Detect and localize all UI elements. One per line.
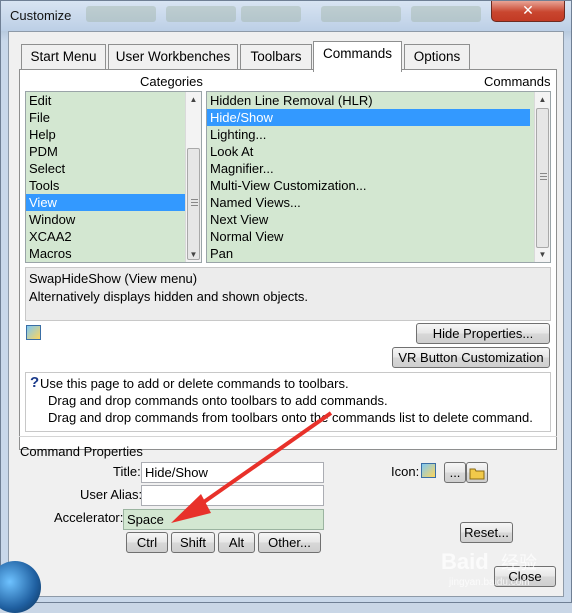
command-description: SwapHideShow (View menu) Alternatively d… — [25, 267, 551, 321]
commands-tab-panel: Categories Commands Edit File Help PDM S… — [19, 69, 557, 450]
info-line-1: Use this page to add or delete commands … — [40, 376, 349, 391]
window-close-button[interactable]: ✕ — [491, 1, 565, 22]
list-item[interactable]: Next View — [207, 211, 550, 228]
tab-toolbars[interactable]: Toolbars — [240, 44, 312, 70]
watermark-url: jingyan.baidu.com — [449, 577, 530, 588]
info-line-2: Drag and drop commands onto toolbars to … — [48, 393, 388, 408]
dialog-client-area: Start Menu User Workbenches Toolbars Com… — [8, 31, 564, 597]
categories-header: Categories — [140, 74, 203, 89]
list-item[interactable]: XCAA2 — [26, 228, 201, 245]
list-item[interactable]: Tools — [26, 177, 201, 194]
background-toolbar — [411, 6, 481, 22]
title-bar[interactable]: Customize ✕ — [1, 1, 571, 31]
help-info-box: ? Use this page to add or delete command… — [25, 372, 551, 432]
commands-scrollbar[interactable]: ▲ ▼ — [534, 92, 550, 262]
user-alias-field[interactable] — [141, 485, 324, 506]
list-item[interactable]: Named Views... — [207, 194, 550, 211]
watermark-logo: Baid — [441, 549, 489, 574]
categories-list[interactable]: Edit File Help PDM Select Tools View Win… — [25, 91, 202, 263]
icon-label: Icon: — [391, 464, 420, 479]
list-item[interactable]: Edit — [26, 92, 201, 109]
alt-button[interactable]: Alt — [218, 532, 255, 553]
list-item[interactable]: PDM — [26, 143, 201, 160]
tab-start-menu[interactable]: Start Menu — [21, 44, 106, 70]
watermark-logo: 经验 — [501, 553, 537, 573]
other-button[interactable]: Other... — [258, 532, 321, 553]
description-line-1: SwapHideShow (View menu) — [29, 271, 198, 286]
ctrl-button[interactable]: Ctrl — [126, 532, 168, 553]
customize-dialog: Customize ✕ Start Menu User Workbenches … — [0, 0, 572, 613]
categories-scrollbar[interactable]: ▲ ▼ — [185, 92, 201, 262]
reset-button[interactable]: Reset... — [460, 522, 513, 543]
command-icon-preview — [421, 463, 436, 478]
list-item[interactable]: Look At — [207, 143, 550, 160]
scroll-thumb[interactable] — [536, 108, 549, 248]
command-icon — [26, 325, 41, 340]
list-item[interactable]: Pan — [207, 245, 550, 262]
description-line-2: Alternatively displays hidden and shown … — [29, 289, 308, 304]
list-item[interactable]: Multi-View Customization... — [207, 177, 550, 194]
list-item[interactable]: Lighting... — [207, 126, 550, 143]
list-item-selected[interactable]: View — [26, 194, 201, 211]
list-item[interactable]: Help — [26, 126, 201, 143]
vr-button-customization-button[interactable]: VR Button Customization — [392, 347, 550, 368]
scroll-thumb[interactable] — [187, 148, 200, 260]
shift-button[interactable]: Shift — [171, 532, 215, 553]
command-properties-title: Command Properties — [20, 444, 143, 459]
tab-options[interactable]: Options — [404, 44, 470, 70]
categories-items: Edit File Help PDM Select Tools View Win… — [26, 92, 201, 262]
list-item[interactable]: Normal View — [207, 228, 550, 245]
user-alias-label: User Alias: — [80, 487, 143, 502]
help-icon: ? — [30, 374, 40, 391]
background-toolbar — [166, 6, 236, 22]
open-folder-icon[interactable] — [466, 462, 488, 483]
scroll-up-icon[interactable]: ▲ — [535, 92, 550, 107]
close-icon: ✕ — [522, 2, 534, 18]
scroll-down-icon[interactable]: ▼ — [186, 247, 201, 262]
commands-list[interactable]: Hidden Line Removal (HLR) Hide/Show Ligh… — [206, 91, 551, 263]
tab-commands[interactable]: Commands — [313, 41, 402, 72]
tab-user-workbenches[interactable]: User Workbenches — [108, 44, 238, 70]
commands-header: Commands — [484, 74, 551, 89]
title-label: Title: — [113, 464, 141, 479]
hide-properties-button[interactable]: Hide Properties... — [416, 323, 550, 344]
accelerator-field[interactable]: Space — [123, 509, 324, 530]
scroll-up-icon[interactable]: ▲ — [186, 92, 201, 107]
accelerator-label: Accelerator: — [54, 510, 124, 525]
list-item-selected[interactable]: Hide/Show — [207, 109, 530, 126]
list-item[interactable]: File — [26, 109, 201, 126]
list-item[interactable]: Macros — [26, 245, 201, 262]
list-item[interactable]: Magnifier... — [207, 160, 550, 177]
browse-icon-button[interactable]: ... — [444, 462, 466, 483]
scroll-down-icon[interactable]: ▼ — [535, 247, 550, 262]
info-line-3: Drag and drop commands from toolbars ont… — [48, 410, 533, 425]
list-item[interactable]: Window — [26, 211, 201, 228]
title-field[interactable]: Hide/Show — [141, 462, 324, 483]
list-item[interactable]: Select — [26, 160, 201, 177]
commands-items: Hidden Line Removal (HLR) Hide/Show Ligh… — [207, 92, 550, 262]
window-title: Customize — [10, 8, 72, 23]
background-toolbar — [321, 6, 401, 22]
list-item[interactable]: Hidden Line Removal (HLR) — [207, 92, 550, 109]
background-toolbar — [241, 6, 301, 22]
background-toolbar — [86, 6, 156, 22]
